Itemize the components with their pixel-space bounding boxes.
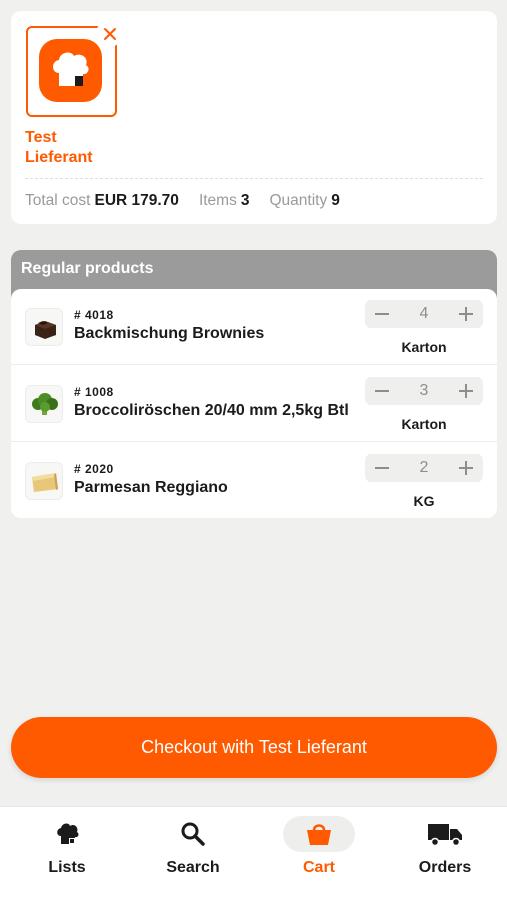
product-unit: KG bbox=[413, 493, 435, 509]
quantity-value[interactable]: 4 bbox=[395, 305, 453, 323]
supplier-name[interactable]: Test Lieferant bbox=[25, 128, 225, 168]
nav-item-lists[interactable]: Lists bbox=[4, 807, 130, 900]
product-sku: # 2020 bbox=[74, 462, 114, 476]
shopping-bag-icon bbox=[307, 824, 331, 845]
search-icon bbox=[181, 822, 205, 846]
product-sku: # 1008 bbox=[74, 385, 114, 399]
close-icon bbox=[103, 27, 116, 40]
nav-icon-wrap bbox=[31, 816, 103, 852]
remove-supplier-button[interactable] bbox=[96, 20, 123, 47]
list-item[interactable]: # 4018 Backmischung Brownies 4 Karton bbox=[11, 289, 497, 365]
nav-item-search[interactable]: Search bbox=[130, 807, 256, 900]
decrease-button[interactable] bbox=[367, 377, 397, 405]
items-value: 3 bbox=[240, 192, 250, 209]
checkout-button[interactable]: Checkout with Test Lieferant bbox=[11, 717, 497, 778]
increase-button[interactable] bbox=[451, 454, 481, 482]
broccoli-icon bbox=[25, 385, 63, 423]
chef-hat-icon bbox=[39, 39, 102, 102]
quantity-stepper: 3 bbox=[365, 377, 483, 405]
product-name: Parmesan Reggiano bbox=[74, 479, 228, 496]
bottom-nav: Lists Search Cart Orders bbox=[0, 806, 507, 900]
decrease-button[interactable] bbox=[367, 454, 397, 482]
quantity-value[interactable]: 2 bbox=[395, 459, 453, 477]
brownie-icon bbox=[25, 308, 63, 346]
nav-label: Lists bbox=[48, 859, 86, 876]
nav-label: Cart bbox=[302, 859, 335, 876]
decrease-button[interactable] bbox=[367, 300, 397, 328]
supplier-name-line1: Test bbox=[25, 129, 57, 146]
total-cost-value: EUR 179.70 bbox=[94, 192, 179, 209]
nav-item-cart[interactable]: Cart bbox=[256, 807, 382, 900]
increase-button[interactable] bbox=[451, 377, 481, 405]
increase-button[interactable] bbox=[451, 300, 481, 328]
section-title: Regular products bbox=[21, 260, 154, 277]
minus-icon bbox=[375, 467, 389, 469]
total-cost-label: Total cost bbox=[25, 192, 91, 209]
nav-icon-wrap bbox=[283, 816, 355, 852]
quantity-value: 9 bbox=[331, 192, 340, 209]
plus-icon bbox=[459, 461, 473, 475]
nav-icon-wrap bbox=[409, 816, 481, 852]
cart-summary: Total cost EUR 179.70 Items 3 Quantity 9 bbox=[25, 191, 360, 211]
items-label: Items bbox=[198, 192, 237, 209]
product-name: Broccoliröschen 20/40 mm 2,5kg Btl bbox=[74, 402, 349, 419]
list-item[interactable]: # 2020 Parmesan Reggiano 2 KG bbox=[11, 443, 497, 519]
plus-icon bbox=[459, 384, 473, 398]
nav-icon-wrap bbox=[157, 816, 229, 852]
supplier-card: Test Lieferant Total cost EUR 179.70 Item… bbox=[11, 11, 497, 224]
product-list: # 4018 Backmischung Brownies 4 Karton # … bbox=[11, 289, 497, 518]
truck-icon bbox=[428, 824, 462, 847]
plus-icon bbox=[459, 307, 473, 321]
nav-label: Search bbox=[166, 859, 220, 876]
cart-screen: Test Lieferant Total cost EUR 179.70 Item… bbox=[0, 0, 507, 900]
list-item[interactable]: # 1008 Broccoliröschen 20/40 mm 2,5kg Bt… bbox=[11, 366, 497, 442]
nav-label: Orders bbox=[418, 859, 472, 876]
product-unit: Karton bbox=[401, 416, 447, 432]
product-sku: # 4018 bbox=[74, 308, 114, 322]
quantity-value[interactable]: 3 bbox=[395, 382, 453, 400]
quantity-stepper: 4 bbox=[365, 300, 483, 328]
minus-icon bbox=[375, 313, 389, 315]
product-unit: Karton bbox=[401, 339, 447, 355]
nav-item-orders[interactable]: Orders bbox=[382, 807, 507, 900]
chef-hat-icon bbox=[57, 823, 79, 844]
product-name: Backmischung Brownies bbox=[74, 325, 265, 342]
supplier-name-line2: Lieferant bbox=[25, 149, 93, 166]
quantity-label: Quantity bbox=[269, 192, 328, 209]
minus-icon bbox=[375, 390, 389, 392]
divider bbox=[25, 178, 483, 179]
quantity-stepper: 2 bbox=[365, 454, 483, 482]
cheese-icon bbox=[25, 462, 63, 500]
